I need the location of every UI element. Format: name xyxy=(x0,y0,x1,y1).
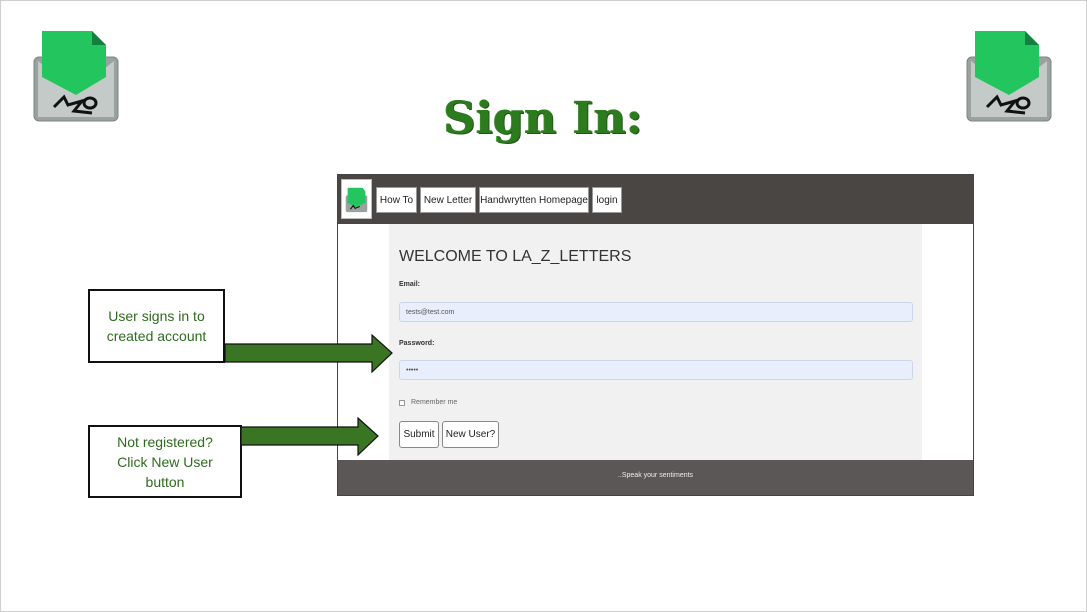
nav-logo[interactable] xyxy=(341,179,372,219)
footer: ..Speak your sentiments xyxy=(338,460,973,495)
nav-new-letter[interactable]: New Letter xyxy=(420,187,476,213)
welcome-heading: WELCOME TO LA_Z_LETTERS xyxy=(399,248,632,265)
callout-signin-text: User signs in to created account xyxy=(106,308,207,344)
callout-register: Not registered? Click New User button xyxy=(88,425,242,498)
new-user-button[interactable]: New User? xyxy=(442,421,499,448)
nav-handwrytten-homepage[interactable]: Handwrytten Homepage xyxy=(479,187,589,213)
remember-checkbox[interactable] xyxy=(399,399,405,406)
app-screenshot: How To New Letter Handwrytten Homepage l… xyxy=(337,174,974,496)
login-panel: WELCOME TO LA_Z_LETTERS Email: tests@tes… xyxy=(389,224,922,460)
arrow-right-icon xyxy=(224,334,393,374)
email-label: Email: xyxy=(399,281,421,288)
envelope-logo-icon xyxy=(966,31,1052,122)
password-label: Password: xyxy=(399,340,435,347)
nav-login[interactable]: login xyxy=(592,187,622,213)
remember-me[interactable]: Remember me xyxy=(399,399,457,406)
submit-button[interactable]: Submit xyxy=(399,421,439,448)
nav-how-to[interactable]: How To xyxy=(376,187,417,213)
password-field[interactable]: ••••• xyxy=(399,360,913,380)
callout-signin: User signs in to created account xyxy=(88,289,225,363)
arrow-right-icon xyxy=(240,417,379,457)
footer-tagline: ..Speak your sentiments xyxy=(617,472,694,479)
email-field[interactable]: tests@test.com xyxy=(399,302,913,322)
callout-register-text: Not registered? Click New User button xyxy=(117,433,213,490)
envelope-logo-icon xyxy=(345,187,368,213)
navbar: How To New Letter Handwrytten Homepage l… xyxy=(338,175,973,224)
remember-label: Remember me xyxy=(411,399,458,406)
page-title: Sign In: xyxy=(443,93,644,145)
